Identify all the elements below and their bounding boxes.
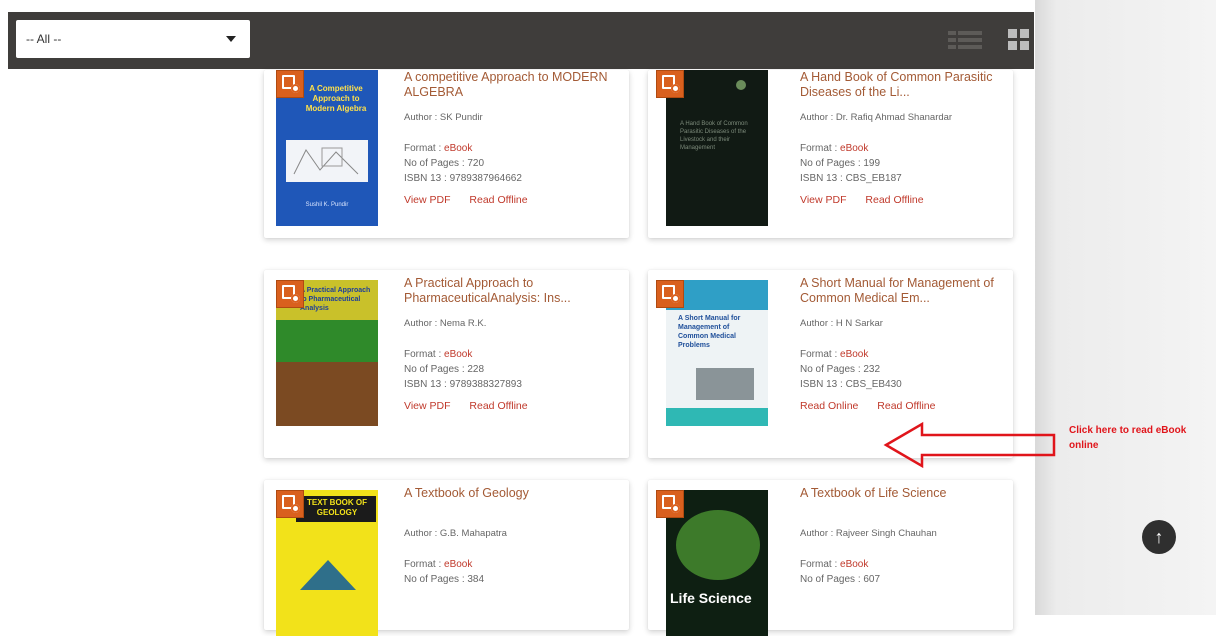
arrow-up-icon: ↑ xyxy=(1154,527,1164,547)
read-offline-link[interactable]: Read Offline xyxy=(877,400,935,412)
book-meta: Format : eBook No of Pages : 228 ISBN 13… xyxy=(404,347,619,392)
book-format: Format : eBook xyxy=(800,559,869,570)
book-format: Format : eBook xyxy=(800,349,869,360)
book-meta: Format : eBook No of Pages : 720 ISBN 13… xyxy=(404,141,619,186)
cover-title: TEXT BOOK OF GEOLOGY xyxy=(307,498,367,517)
ebook-badge-icon xyxy=(656,70,684,98)
ebook-badge-icon xyxy=(276,70,304,98)
book-author: Author : Rajveer Singh Chauhan xyxy=(800,528,937,539)
cover-illustration xyxy=(696,368,754,400)
book-info: A Textbook of Life Science Author : Rajv… xyxy=(800,486,1015,587)
view-pdf-link[interactable]: View PDF xyxy=(404,194,451,206)
book-card[interactable]: A Hand Book of Common Parasitic Diseases… xyxy=(648,70,1013,238)
read-online-link[interactable]: Read Online xyxy=(800,400,858,412)
ebook-badge-icon xyxy=(276,280,304,308)
book-pages: No of Pages : 384 xyxy=(404,574,485,585)
book-meta: Format : eBook No of Pages : 607 xyxy=(800,557,1015,587)
book-info: A Textbook of Geology Author : G.B. Maha… xyxy=(404,486,619,587)
book-info: A Short Manual for Management of Common … xyxy=(800,276,1015,412)
book-actions: View PDF Read Offline xyxy=(404,194,619,206)
book-author: Author : G.B. Mahapatra xyxy=(404,528,507,539)
list-view-icon[interactable] xyxy=(948,29,988,51)
book-card[interactable]: A Practical Approach to Pharmaceutical A… xyxy=(264,270,629,458)
view-pdf-link[interactable]: View PDF xyxy=(404,400,451,412)
book-pages: No of Pages : 228 xyxy=(404,364,485,375)
book-meta: Format : eBook No of Pages : 232 ISBN 13… xyxy=(800,347,1015,392)
annotation-text: Click here to read eBook online xyxy=(1069,425,1187,451)
book-title[interactable]: A Textbook of Life Science xyxy=(800,486,1015,516)
book-info: A competitive Approach to MODERN ALGEBRA… xyxy=(404,70,619,206)
cover-emblem xyxy=(736,80,746,90)
book-meta: Format : eBook No of Pages : 384 xyxy=(404,557,619,587)
book-author: Author : H N Sarkar xyxy=(800,318,883,329)
book-actions: Read Online Read Offline xyxy=(800,400,1015,412)
ebook-badge-icon xyxy=(656,280,684,308)
cover-title: A Practical Approach to Pharmaceutical A… xyxy=(300,287,371,312)
book-title[interactable]: A Textbook of Geology xyxy=(404,486,619,516)
cover-illustration xyxy=(286,140,368,182)
book-isbn: ISBN 13 : CBS_EB187 xyxy=(800,173,902,184)
book-format: Format : eBook xyxy=(404,559,473,570)
chevron-down-icon xyxy=(226,36,236,42)
book-title[interactable]: A Short Manual for Management of Common … xyxy=(800,276,1015,306)
cover-title: A Hand Book of Common Parasitic Diseases… xyxy=(680,121,748,151)
book-isbn: ISBN 13 : 9789387964662 xyxy=(404,173,522,184)
book-title[interactable]: A Hand Book of Common Parasitic Diseases… xyxy=(800,70,1015,100)
book-card[interactable]: A Competitive Approach to Modern Algebra… xyxy=(264,70,629,238)
right-side-panel xyxy=(1035,0,1216,615)
book-isbn: ISBN 13 : CBS_EB430 xyxy=(800,379,902,390)
cover-title: A Short Manual for Management of Common … xyxy=(678,315,741,349)
view-pdf-link[interactable]: View PDF xyxy=(800,194,847,206)
book-author: Author : SK Pundir xyxy=(404,112,483,123)
annotation-arrow-icon xyxy=(883,421,1056,469)
grid-view-icon[interactable] xyxy=(1008,29,1030,51)
cover-title: A Competitive Approach to Modern Algebra xyxy=(305,84,367,113)
category-filter-select[interactable]: -- All -- xyxy=(16,20,250,58)
read-offline-link[interactable]: Read Offline xyxy=(865,194,923,206)
ebook-badge-icon xyxy=(276,490,304,518)
book-pages: No of Pages : 607 xyxy=(800,574,881,585)
book-title[interactable]: A competitive Approach to MODERN ALGEBRA xyxy=(404,70,619,100)
book-pages: No of Pages : 199 xyxy=(800,158,881,169)
book-info: A Hand Book of Common Parasitic Diseases… xyxy=(800,70,1015,206)
cover-illustration xyxy=(276,362,378,426)
cover-author: Sushil K. Pundir xyxy=(305,202,349,208)
book-actions: View PDF Read Offline xyxy=(800,194,1015,206)
scroll-to-top-button[interactable]: ↑ xyxy=(1142,520,1176,554)
book-isbn: ISBN 13 : 9789388327893 xyxy=(404,379,522,390)
ebook-badge-icon xyxy=(656,490,684,518)
cover-title: Life Science xyxy=(670,590,752,606)
book-pages: No of Pages : 232 xyxy=(800,364,881,375)
book-title[interactable]: A Practical Approach to PharmaceuticalAn… xyxy=(404,276,619,306)
category-filter-value: -- All -- xyxy=(26,32,62,46)
cover-illustration xyxy=(676,510,760,580)
book-meta: Format : eBook No of Pages : 199 ISBN 13… xyxy=(800,141,1015,186)
cover-illustration xyxy=(300,560,356,590)
book-info: A Practical Approach to PharmaceuticalAn… xyxy=(404,276,619,412)
book-author: Author : Dr. Rafiq Ahmad Shanardar xyxy=(800,112,953,123)
read-offline-link[interactable]: Read Offline xyxy=(469,194,527,206)
book-author: Author : Nema R.K. xyxy=(404,318,487,329)
cover-footer xyxy=(666,408,768,426)
filter-toolbar: -- All -- xyxy=(8,12,1034,69)
book-format: Format : eBook xyxy=(800,143,869,154)
book-pages: No of Pages : 720 xyxy=(404,158,485,169)
book-format: Format : eBook xyxy=(404,143,473,154)
book-actions: View PDF Read Offline xyxy=(404,400,619,412)
book-format: Format : eBook xyxy=(404,349,473,360)
read-offline-link[interactable]: Read Offline xyxy=(469,400,527,412)
book-card[interactable]: Life Science A Textbook of Life Science … xyxy=(648,480,1015,636)
book-card[interactable]: TEXT BOOK OF GEOLOGY A Textbook of Geolo… xyxy=(264,480,629,636)
